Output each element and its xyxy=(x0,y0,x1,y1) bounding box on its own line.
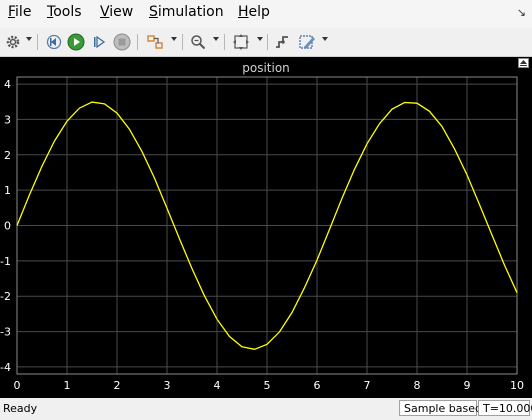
menu-simulation[interactable]: Simulation xyxy=(149,4,224,20)
undock-arrow-icon[interactable]: ↘ xyxy=(517,6,526,19)
x-tick-label: 7 xyxy=(364,379,371,392)
menu-file-label: ile xyxy=(15,4,32,20)
settings-dropdown-icon[interactable] xyxy=(26,37,32,41)
tick-labels: 0 1 2 3 4 5 6 7 8 9 10 -4 -3 -2 -1 0 1 2 3 4 xyxy=(0,78,524,392)
toolbar-separator xyxy=(37,34,38,50)
menu-help[interactable]: Help xyxy=(238,4,270,20)
toolbar-separator xyxy=(182,34,183,50)
sample-mode-indicator: Sample based xyxy=(399,400,482,416)
highlight-block-icon[interactable] xyxy=(145,32,165,52)
x-tick-label: 10 xyxy=(510,379,524,392)
zoom-dropdown-icon[interactable] xyxy=(213,37,219,41)
menu-file-mnemonic: F xyxy=(8,4,16,20)
highlight-dropdown-icon[interactable] xyxy=(171,37,177,41)
plot-title: position xyxy=(242,61,290,75)
menu-tools[interactable]: Tools xyxy=(47,4,82,20)
run-icon[interactable] xyxy=(67,32,85,52)
x-tick-label: 2 xyxy=(114,379,121,392)
restore-axes-icon[interactable] xyxy=(518,58,529,68)
status-bar: Ready Sample based T=10.000 xyxy=(0,398,532,420)
menu-simulation-label: imulation xyxy=(157,4,224,20)
x-tick-label: 4 xyxy=(214,379,221,392)
style-dropdown-icon[interactable] xyxy=(322,37,328,41)
x-tick-label: 3 xyxy=(164,379,171,392)
y-tick-label: -2 xyxy=(0,290,11,303)
x-tick-label: 9 xyxy=(464,379,471,392)
y-tick-label: -4 xyxy=(0,361,11,374)
fit-axes-icon[interactable] xyxy=(231,32,251,52)
y-tick-label: 0 xyxy=(4,220,11,233)
y-tick-label: -3 xyxy=(0,326,11,339)
x-tick-label: 5 xyxy=(264,379,271,392)
sim-time-indicator: T=10.000 xyxy=(478,400,532,416)
scope-plot[interactable]: 0 1 2 3 4 5 6 7 8 9 10 -4 -3 -2 -1 0 1 2 3 4 position xyxy=(0,57,532,398)
y-tick-label: 3 xyxy=(4,113,11,126)
stop-icon[interactable] xyxy=(113,32,131,52)
toolbar-separator xyxy=(224,34,225,50)
scope-axes: 0 1 2 3 4 5 6 7 8 9 10 -4 -3 -2 -1 0 1 2 3 4 position xyxy=(0,61,524,392)
settings-icon[interactable] xyxy=(4,32,22,52)
x-tick-label: 8 xyxy=(414,379,421,392)
x-tick-label: 6 xyxy=(314,379,321,392)
y-tick-label: 2 xyxy=(4,149,11,162)
style-icon[interactable] xyxy=(297,32,317,52)
status-text: Ready xyxy=(3,402,38,415)
toolbar-separator xyxy=(137,34,138,50)
step-back-icon[interactable] xyxy=(45,32,63,52)
grid-lines xyxy=(16,77,518,374)
zoom-icon[interactable] xyxy=(189,32,207,52)
menu-bar: File Tools View Simulation Help ↘ xyxy=(0,0,532,28)
menu-file[interactable]: File xyxy=(8,4,31,20)
menu-help-mnemonic: H xyxy=(238,4,249,20)
fit-axes-dropdown-icon[interactable] xyxy=(257,37,263,41)
menu-simulation-mnemonic: S xyxy=(149,4,158,20)
menu-tools-label: ools xyxy=(53,4,82,20)
menu-help-label: elp xyxy=(248,4,270,20)
y-tick-label: -1 xyxy=(0,255,11,268)
y-tick-label: 1 xyxy=(4,184,11,197)
toolbar xyxy=(0,28,532,57)
x-tick-label: 1 xyxy=(64,379,71,392)
step-forward-icon[interactable] xyxy=(90,32,108,52)
menu-view-label: iew xyxy=(109,4,134,20)
y-tick-label: 4 xyxy=(4,78,11,91)
x-tick-label: 0 xyxy=(14,379,21,392)
menu-view[interactable]: View xyxy=(100,4,133,20)
toolbar-separator xyxy=(267,34,268,50)
signal-select-icon[interactable] xyxy=(273,32,291,52)
menu-view-mnemonic: V xyxy=(100,4,110,20)
